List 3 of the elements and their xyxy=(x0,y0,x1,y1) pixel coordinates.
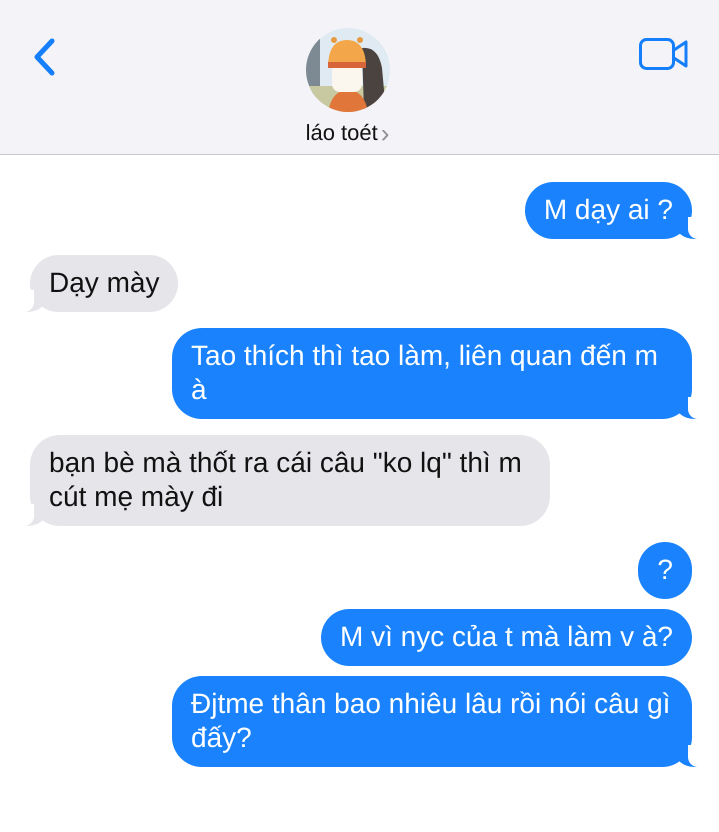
contact-name[interactable]: láo toét xyxy=(306,120,378,146)
back-icon[interactable] xyxy=(32,37,56,77)
video-camera-icon[interactable] xyxy=(639,38,689,70)
